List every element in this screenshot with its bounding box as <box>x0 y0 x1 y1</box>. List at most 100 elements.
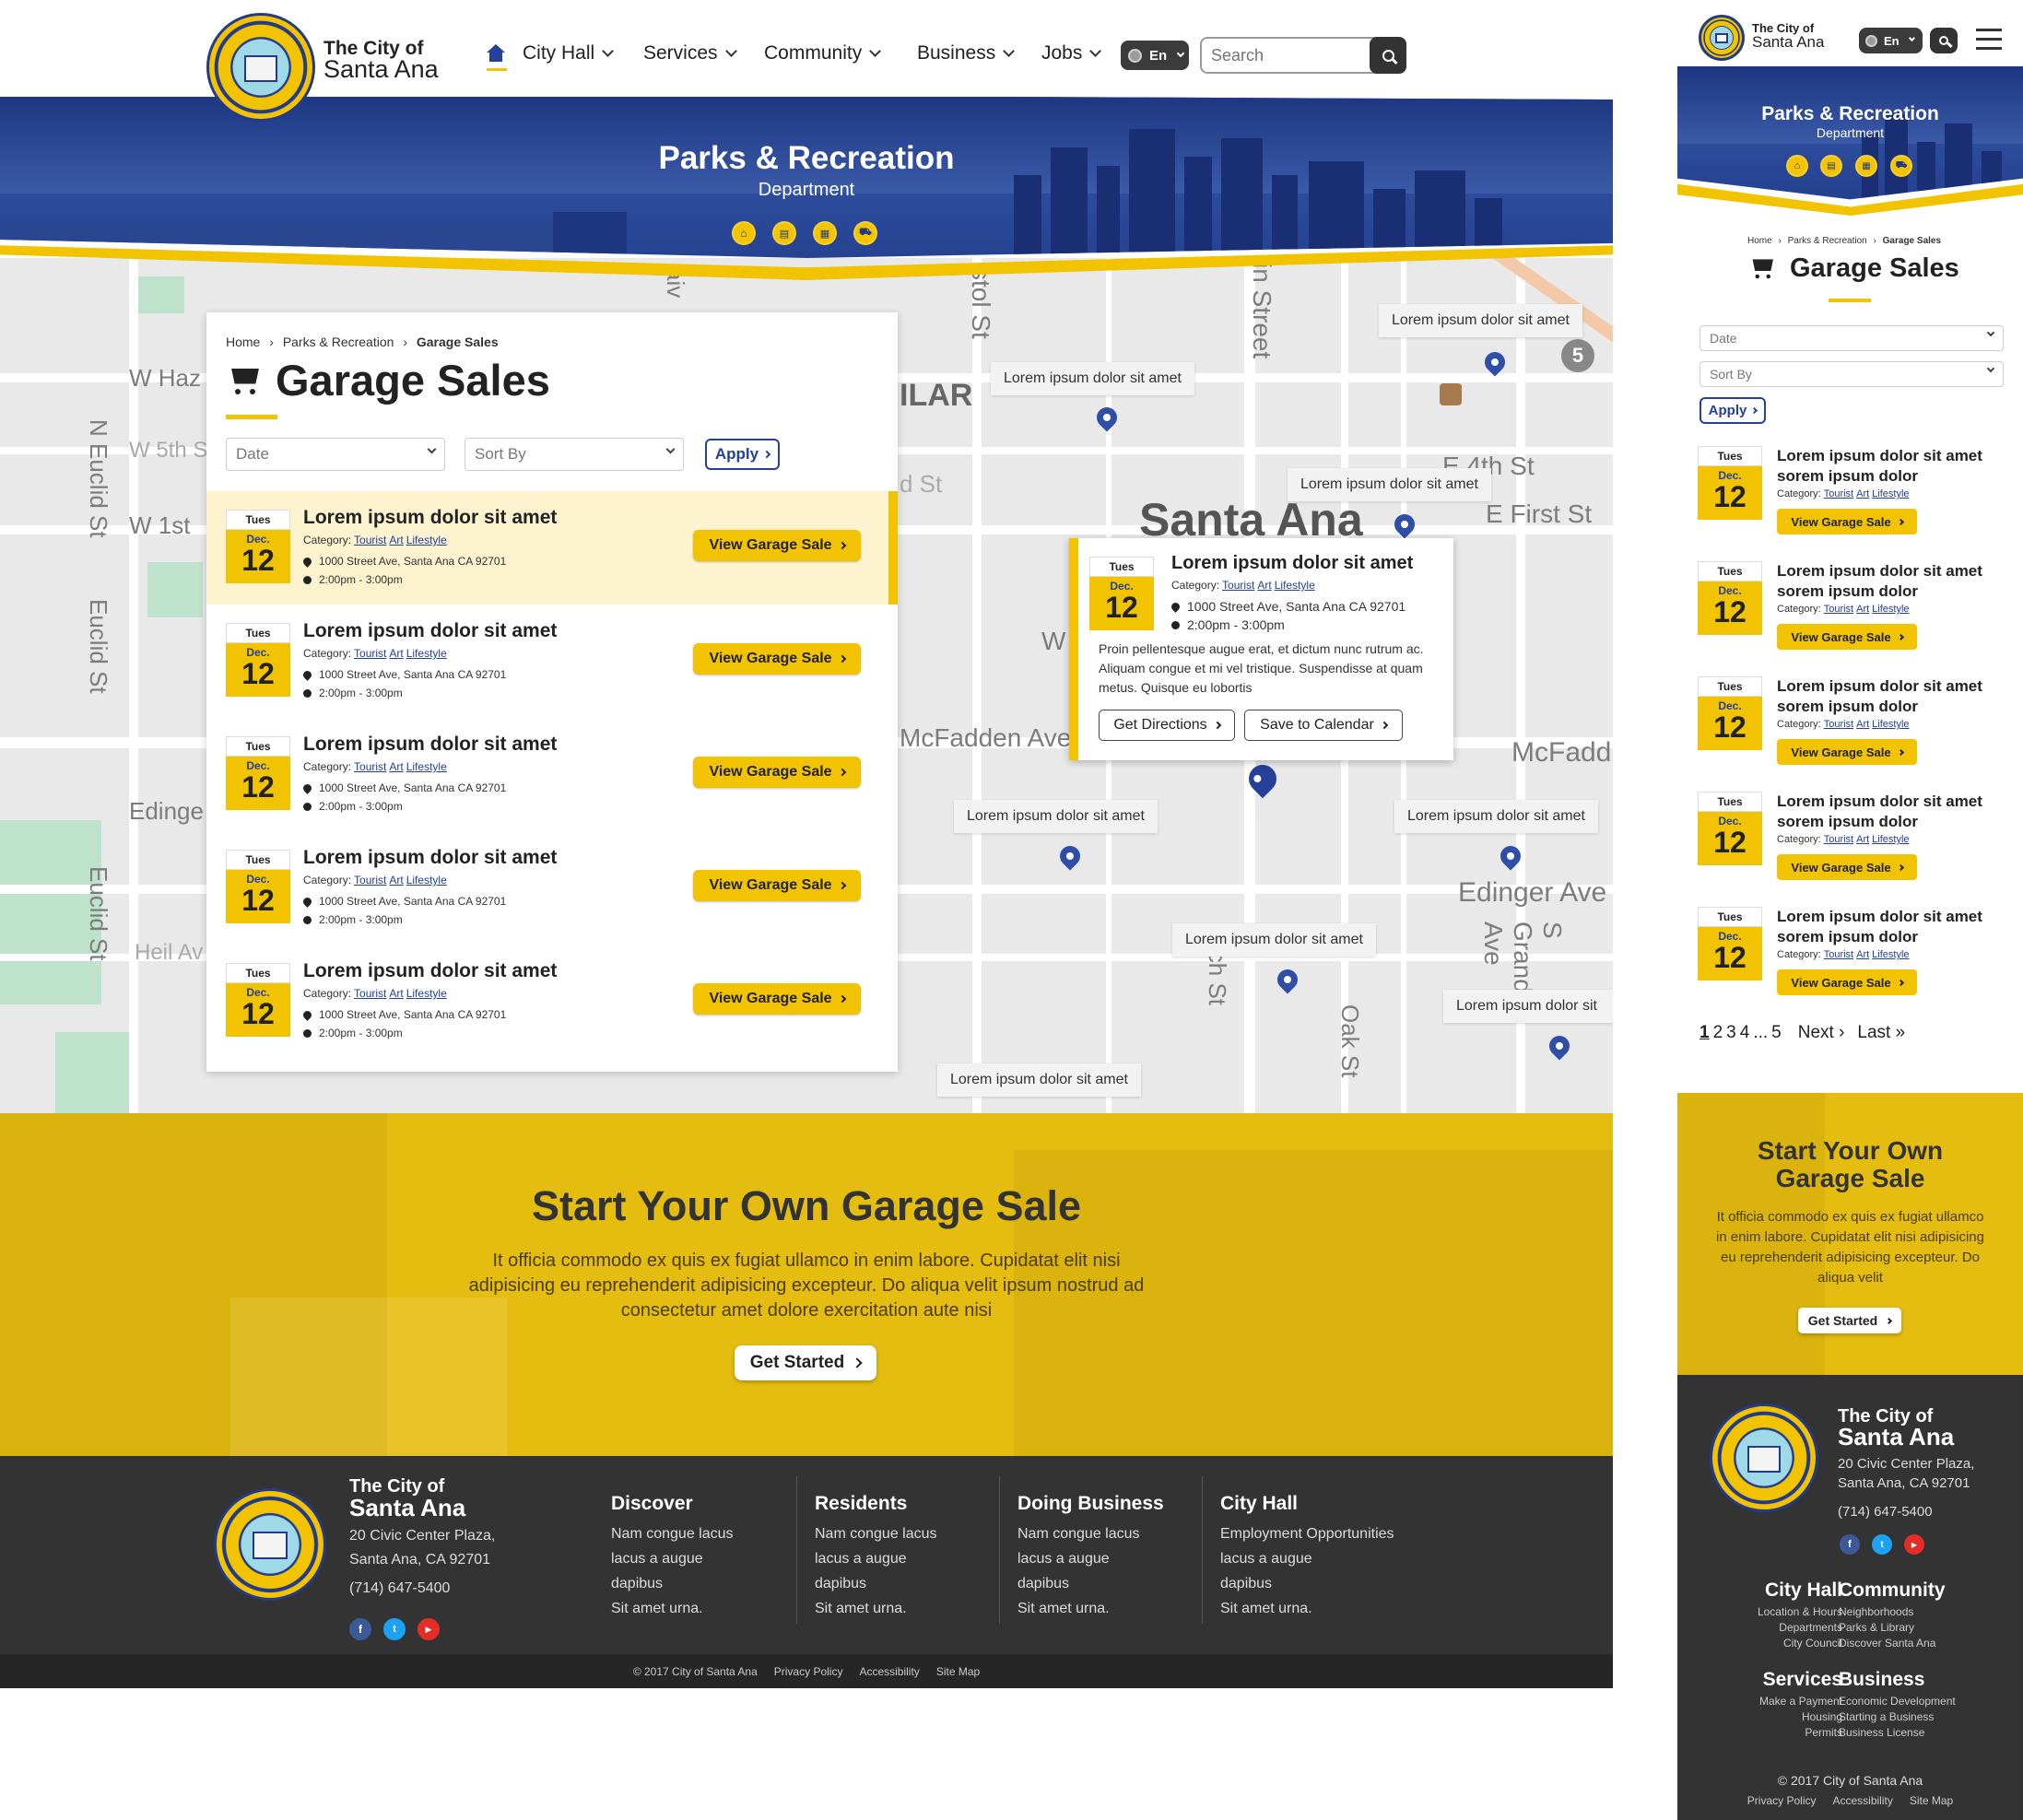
nav-city-hall[interactable]: City Hall <box>523 42 615 65</box>
footer-link[interactable]: Make a Payment <box>1759 1694 1842 1709</box>
view-garage-sale-button[interactable]: View Garage Sale <box>1777 854 1917 880</box>
mobile-sort-by-select[interactable]: Sort By <box>1700 361 2004 387</box>
breadcrumb-section[interactable]: Parks & Recreation <box>283 335 394 349</box>
mobile-city-seal-logo[interactable] <box>1699 15 1745 61</box>
mobile-search-button[interactable] <box>1930 28 1958 53</box>
footer-link[interactable]: Departments <box>1758 1620 1842 1636</box>
page-link-current[interactable]: 1 <box>1700 1023 1710 1043</box>
footer-link[interactable]: dapibus <box>1220 1571 1394 1596</box>
footer-link[interactable]: City Council <box>1758 1636 1842 1651</box>
category-link[interactable]: Tourist <box>1824 719 1853 730</box>
footer-link[interactable]: Nam congue lacus <box>815 1521 937 1546</box>
view-garage-sale-button[interactable]: View Garage Sale <box>1777 739 1917 765</box>
language-selector[interactable]: En <box>1121 41 1189 70</box>
garage-sale-item[interactable]: Tues Dec. 12 Lorem ipsum dolor sit amet C… <box>206 718 898 831</box>
date-filter-select[interactable]: Date <box>226 438 445 471</box>
page-link[interactable]: 3 <box>1726 1023 1736 1043</box>
item-title[interactable]: Lorem ipsum dolor sit amet <box>303 960 557 982</box>
map-pin-icon[interactable] <box>1092 403 1122 432</box>
view-garage-sale-button[interactable]: View Garage Sale <box>1777 969 1917 995</box>
footer-link[interactable]: lacus a augue <box>611 1546 734 1571</box>
mobile-get-started-button[interactable]: Get Started <box>1798 1308 1901 1333</box>
mobile-language-selector[interactable]: En <box>1859 28 1923 53</box>
category-link[interactable]: Lifestyle <box>406 874 447 887</box>
facebook-icon[interactable]: f <box>1840 1534 1860 1555</box>
site-map-link[interactable]: Site Map <box>1910 1794 1953 1807</box>
footer-link[interactable]: Parks & Library <box>1839 1620 1935 1636</box>
footer-link[interactable]: Housing <box>1759 1709 1842 1725</box>
category-link[interactable]: Tourist <box>1824 834 1853 845</box>
site-map-link[interactable]: Site Map <box>936 1665 980 1678</box>
map-marker-tooltip[interactable]: Lorem ipsum dolor sit amet <box>1394 800 1598 833</box>
category-link[interactable]: Lifestyle <box>1872 488 1909 499</box>
get-directions-button[interactable]: Get Directions <box>1099 710 1235 741</box>
page-link[interactable]: 2 <box>1713 1023 1723 1043</box>
youtube-icon[interactable]: ▶ <box>418 1618 440 1640</box>
next-page-link[interactable]: Next › <box>1798 1023 1845 1043</box>
mobile-garage-sale-item[interactable]: Tues Dec. 12 Lorem ipsum dolor sit amet so… <box>1698 907 2011 1008</box>
map-marker-tooltip[interactable]: Lorem ipsum dolor sit amet <box>1379 304 1582 337</box>
sort-by-select[interactable]: Sort By <box>465 438 684 471</box>
breadcrumb-home[interactable]: Home <box>1747 236 1772 246</box>
accessibility-link[interactable]: Accessibility <box>859 1665 919 1678</box>
footer-link[interactable]: Nam congue lacus <box>1017 1521 1140 1546</box>
footer-link[interactable]: Employment Opportunities <box>1220 1521 1394 1546</box>
card-icon[interactable]: ▤ <box>1820 155 1842 177</box>
item-title[interactable]: Lorem ipsum dolor sit amet <box>303 507 557 529</box>
garage-sale-item[interactable]: Tues Dec. 12 Lorem ipsum dolor sit amet C… <box>206 831 898 945</box>
nav-community[interactable]: Community <box>764 42 882 65</box>
footer-link[interactable]: Starting a Business <box>1839 1709 1956 1725</box>
garage-sale-item[interactable]: Tues Dec. 12 Lorem ipsum dolor sit amet C… <box>206 945 898 1058</box>
mobile-garage-sale-item[interactable]: Tues Dec. 12 Lorem ipsum dolor sit amet so… <box>1698 676 2011 778</box>
footer-link[interactable]: Neighborhoods <box>1839 1604 1935 1620</box>
nav-services[interactable]: Services <box>643 42 737 65</box>
category-link[interactable]: Art <box>389 987 403 1000</box>
mobile-garage-sale-item[interactable]: Tues Dec. 12 Lorem ipsum dolor sit amet so… <box>1698 446 2011 547</box>
footer-link[interactable]: Sit amet urna. <box>1017 1596 1140 1621</box>
facebook-icon[interactable]: f <box>349 1618 371 1640</box>
mobile-garage-sale-item[interactable]: Tues Dec. 12 Lorem ipsum dolor sit amet so… <box>1698 792 2011 893</box>
breadcrumb-home[interactable]: Home <box>226 335 260 349</box>
get-started-button[interactable]: Get Started <box>735 1345 876 1380</box>
map-marker-tooltip[interactable]: Lorem ipsum dolor sit <box>1443 990 1613 1023</box>
home-nav-icon[interactable] <box>487 44 507 71</box>
map-marker-tooltip[interactable]: Lorem ipsum dolor sit amet <box>937 1063 1141 1097</box>
logo-line2[interactable]: Santa Ana <box>323 57 439 82</box>
accessibility-link[interactable]: Accessibility <box>1832 1794 1892 1807</box>
map-marker-tooltip[interactable]: Lorem ipsum dolor sit amet <box>1172 923 1376 957</box>
footer-link[interactable]: Location & Hours <box>1758 1604 1842 1620</box>
item-title[interactable]: Lorem ipsum dolor sit amet sorem ipsum d… <box>1777 792 2017 832</box>
category-link[interactable]: Lifestyle <box>406 647 447 660</box>
map-marker-tooltip[interactable]: Lorem ipsum dolor sit amet <box>954 800 1158 833</box>
category-link[interactable]: Lifestyle <box>406 534 447 546</box>
item-title[interactable]: Lorem ipsum dolor sit amet sorem ipsum d… <box>1777 446 2017 487</box>
footer-link[interactable]: Discover Santa Ana <box>1839 1636 1935 1651</box>
category-link[interactable]: Lifestyle <box>406 987 447 1000</box>
view-garage-sale-button[interactable]: View Garage Sale <box>1777 624 1917 650</box>
nav-business[interactable]: Business <box>917 42 1016 65</box>
view-garage-sale-button[interactable]: View Garage Sale <box>693 643 861 675</box>
map-pin-icon[interactable] <box>1480 347 1510 377</box>
footer-link[interactable]: Sit amet urna. <box>815 1596 937 1621</box>
garage-sale-item[interactable]: Tues Dec. 12 Lorem ipsum dolor sit amet C… <box>206 491 898 605</box>
footer-link[interactable]: lacus a augue <box>815 1546 937 1571</box>
search-button[interactable] <box>1370 37 1406 74</box>
category-link[interactable]: Tourist <box>1824 949 1853 960</box>
map-marker-tooltip[interactable]: Lorem ipsum dolor sit amet <box>991 362 1194 395</box>
cart-icon[interactable]: ⛟ <box>1890 155 1912 177</box>
category-link[interactable]: Tourist <box>1824 488 1853 499</box>
page-link[interactable]: 4 <box>1740 1023 1750 1043</box>
category-link[interactable]: Art <box>1257 579 1271 592</box>
footer-phone[interactable]: (714) 647-5400 <box>349 1580 450 1597</box>
view-garage-sale-button[interactable]: View Garage Sale <box>1777 509 1917 534</box>
footer-link[interactable]: Business License <box>1839 1725 1956 1741</box>
view-garage-sale-button[interactable]: View Garage Sale <box>693 530 861 561</box>
map-marker-tooltip[interactable]: Lorem ipsum dolor sit amet <box>1288 468 1491 501</box>
category-link[interactable]: Tourist <box>1222 579 1254 592</box>
category-link[interactable]: Tourist <box>354 987 386 1000</box>
privacy-policy-link[interactable]: Privacy Policy <box>774 1665 843 1678</box>
cart-icon[interactable]: ⛟ <box>853 221 877 245</box>
category-link[interactable]: Tourist <box>354 534 386 546</box>
category-link[interactable]: Art <box>1856 834 1869 845</box>
twitter-icon[interactable]: t <box>383 1618 406 1640</box>
